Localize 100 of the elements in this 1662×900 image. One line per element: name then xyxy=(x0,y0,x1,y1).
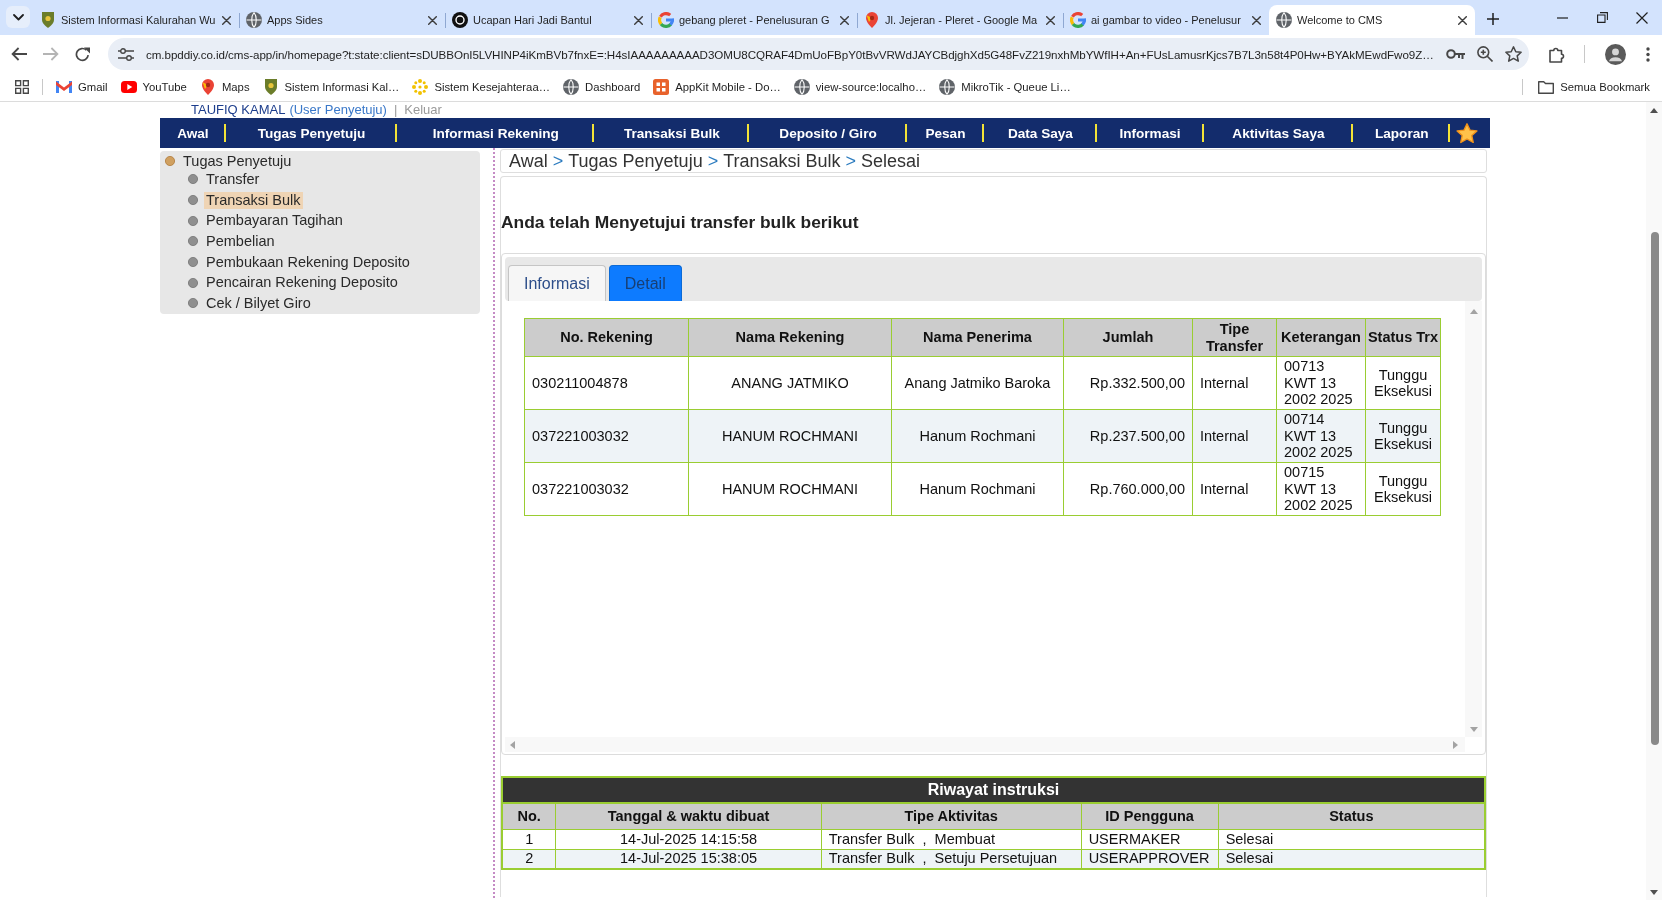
menu-icon[interactable] xyxy=(1646,46,1650,62)
nav-menu-item[interactable]: Data Saya xyxy=(1007,126,1073,141)
bookmark-link[interactable]: MikroTik - Queue Li… xyxy=(939,79,1071,95)
sidebar-link[interactable]: Tugas Penyetuju xyxy=(181,152,294,170)
sidebar-link[interactable]: Transaksi Bulk xyxy=(204,191,303,209)
minimize-icon[interactable] xyxy=(1556,16,1568,19)
g-ring-icon xyxy=(1070,12,1086,28)
table-cell: Internal xyxy=(1192,356,1277,410)
breadcrumb-link[interactable]: Awal xyxy=(509,150,548,172)
table-cell: 00715 KWT 13 2002 2025 xyxy=(1276,462,1366,516)
table-cell: Rp.332.500,00 xyxy=(1063,356,1193,410)
browser-tab[interactable]: Apps Sides xyxy=(239,5,445,35)
table-cell: Hanum Rochmani xyxy=(891,409,1064,463)
map-pin-icon xyxy=(199,79,216,95)
sidebar-link[interactable]: Pembayaran Tagihan xyxy=(204,212,345,230)
bookmark-link[interactable]: Sistem Kesejahteraa… xyxy=(412,79,550,95)
nav-menu-item[interactable]: Awal xyxy=(177,126,209,141)
scroll-down-arrow-icon[interactable] xyxy=(1650,890,1658,895)
tab[interactable]: Informasi xyxy=(508,265,606,301)
bullet-icon xyxy=(188,174,198,185)
scrollbar-thumb[interactable] xyxy=(1651,232,1659,745)
bullet-icon xyxy=(188,236,198,247)
sidebar-link[interactable]: Pembelian xyxy=(204,232,277,250)
table-cell: 2 xyxy=(502,849,556,869)
sidebar-link[interactable]: Pembukaan Rekening Deposito xyxy=(204,253,412,271)
breadcrumb-link[interactable]: Tugas Penyetuju xyxy=(568,150,703,172)
address-field[interactable]: cm.bpddiy.co.id/cms-app/in/homepage?t:state:client=sDUBBOnI5LVHINP4iKmBVb7fnxE=:H4sIAAAAAAAAAD3OMU8CQRAF4DmUoFBpY0tBvVRWdJAYCBdjghXd5G48FvZ219nxhMbYWfIH+An+FUsLamusrKjcs7B7L3n58t4P0Hw+BYAkMEwdFwo9Z… xyxy=(108,38,1529,70)
table-cell: 1 xyxy=(502,829,556,849)
key-icon[interactable] xyxy=(1445,49,1465,59)
close-icon[interactable] xyxy=(840,15,849,25)
table-cell: Tunggu Eksekusi xyxy=(1365,356,1441,410)
nav-menu-item[interactable]: Tugas Penyetuju xyxy=(257,126,366,141)
bullet-icon xyxy=(188,195,198,206)
star-outline-icon[interactable] xyxy=(1504,46,1522,62)
globe-icon xyxy=(1276,12,1292,28)
nav-menu-item[interactable]: Aktivitas Saya xyxy=(1232,126,1325,141)
close-icon[interactable] xyxy=(222,15,231,25)
close-icon[interactable] xyxy=(1458,15,1467,25)
tab-list-button[interactable] xyxy=(6,6,30,28)
reload-icon[interactable] xyxy=(75,46,90,62)
sidebar-link[interactable]: Pencairan Rekening Deposito xyxy=(204,274,400,292)
nav-menu-item[interactable]: Informasi Rekening xyxy=(432,126,559,141)
column-header: Tanggal & waktu dibuat xyxy=(555,803,822,829)
column-header: Status xyxy=(1218,803,1485,829)
nav-menu-item[interactable]: Transaksi Bulk xyxy=(623,126,720,141)
apps-grid-icon[interactable] xyxy=(15,80,29,94)
bookmark-link[interactable]: Gmail xyxy=(56,79,108,95)
puzzle-icon[interactable] xyxy=(1549,45,1566,63)
nav-menu-item[interactable]: Deposito / Giro xyxy=(779,126,877,141)
nav-menu-item[interactable]: Laporan xyxy=(1374,126,1429,141)
shield-icon xyxy=(262,79,279,95)
table-cell: 037221003032 xyxy=(524,462,689,516)
all-bookmarks-link[interactable]: Semua Bookmark xyxy=(1538,80,1650,94)
browser-tab[interactable]: ai gambar to video - Penelusur xyxy=(1063,5,1269,35)
table-cell: Anang Jatmiko Baroka xyxy=(891,356,1064,410)
bookmark-link[interactable]: Sistem Informasi Kal… xyxy=(262,79,400,95)
disc-icon xyxy=(452,12,468,28)
folder-icon xyxy=(1538,80,1555,94)
table-cell: Tunggu Eksekusi xyxy=(1365,462,1441,516)
close-icon[interactable] xyxy=(428,15,437,25)
bookmark-link[interactable]: view-source:localho… xyxy=(793,79,927,95)
browser-tab[interactable]: Ucapan Hari Jadi Bantul xyxy=(445,5,651,35)
star-icon[interactable] xyxy=(1456,122,1478,144)
table-cell: HANUM ROCHMANI xyxy=(688,409,892,463)
table-cell: Tunggu Eksekusi xyxy=(1365,409,1441,463)
bullet-icon xyxy=(188,215,198,226)
bookmark-link[interactable]: Maps xyxy=(199,79,250,95)
browser-tab[interactable]: gebang pleret - Penelusuran G xyxy=(651,5,857,35)
close-icon[interactable] xyxy=(1252,15,1261,25)
bookmark-link[interactable]: YouTube xyxy=(120,79,187,95)
bullet-icon xyxy=(188,257,198,268)
breadcrumb-separator: > xyxy=(707,150,719,172)
browser-tab[interactable]: Sistem Informasi Kalurahan Wu xyxy=(33,5,239,35)
breadcrumb-separator: > xyxy=(552,150,564,172)
column-header: No. xyxy=(502,803,556,829)
browser-tab[interactable]: Jl. Jejeran - Pleret - Google Ma xyxy=(857,5,1063,35)
sidebar-link[interactable]: Cek / Bilyet Giro xyxy=(204,294,313,312)
bullet-icon xyxy=(165,156,175,166)
back-arrow-icon[interactable] xyxy=(11,47,27,61)
tune-icon[interactable] xyxy=(118,47,134,61)
page-heading: Anda telah Menyetujui transfer bulk berikut xyxy=(501,212,860,232)
breadcrumb-link[interactable]: Transaksi Bulk xyxy=(723,150,841,172)
map-pin-icon xyxy=(864,12,880,28)
zoom-icon[interactable] xyxy=(1476,46,1493,62)
browser-tab[interactable]: Welcome to CMS xyxy=(1269,5,1475,35)
nav-menu-item[interactable]: Pesan xyxy=(925,126,966,141)
plus-icon[interactable] xyxy=(1487,13,1499,25)
bookmark-link[interactable]: Dashboard xyxy=(562,79,641,95)
restore-icon[interactable] xyxy=(1596,12,1608,23)
user-name: TAUFIQ KAMAL xyxy=(191,102,286,117)
close-icon[interactable] xyxy=(1636,11,1648,24)
close-icon[interactable] xyxy=(1046,15,1055,25)
table-cell: Rp.237.500,00 xyxy=(1063,409,1193,463)
close-icon[interactable] xyxy=(634,15,643,25)
sidebar-link[interactable]: Transfer xyxy=(204,170,262,188)
scroll-up-arrow-icon[interactable] xyxy=(1650,108,1658,113)
avatar-icon[interactable] xyxy=(1605,43,1626,65)
nav-menu-item[interactable]: Informasi xyxy=(1119,126,1181,141)
table-cell: 00714 KWT 13 2002 2025 xyxy=(1276,409,1366,463)
bookmark-link[interactable]: AppKit Mobile - Do… xyxy=(653,79,781,95)
